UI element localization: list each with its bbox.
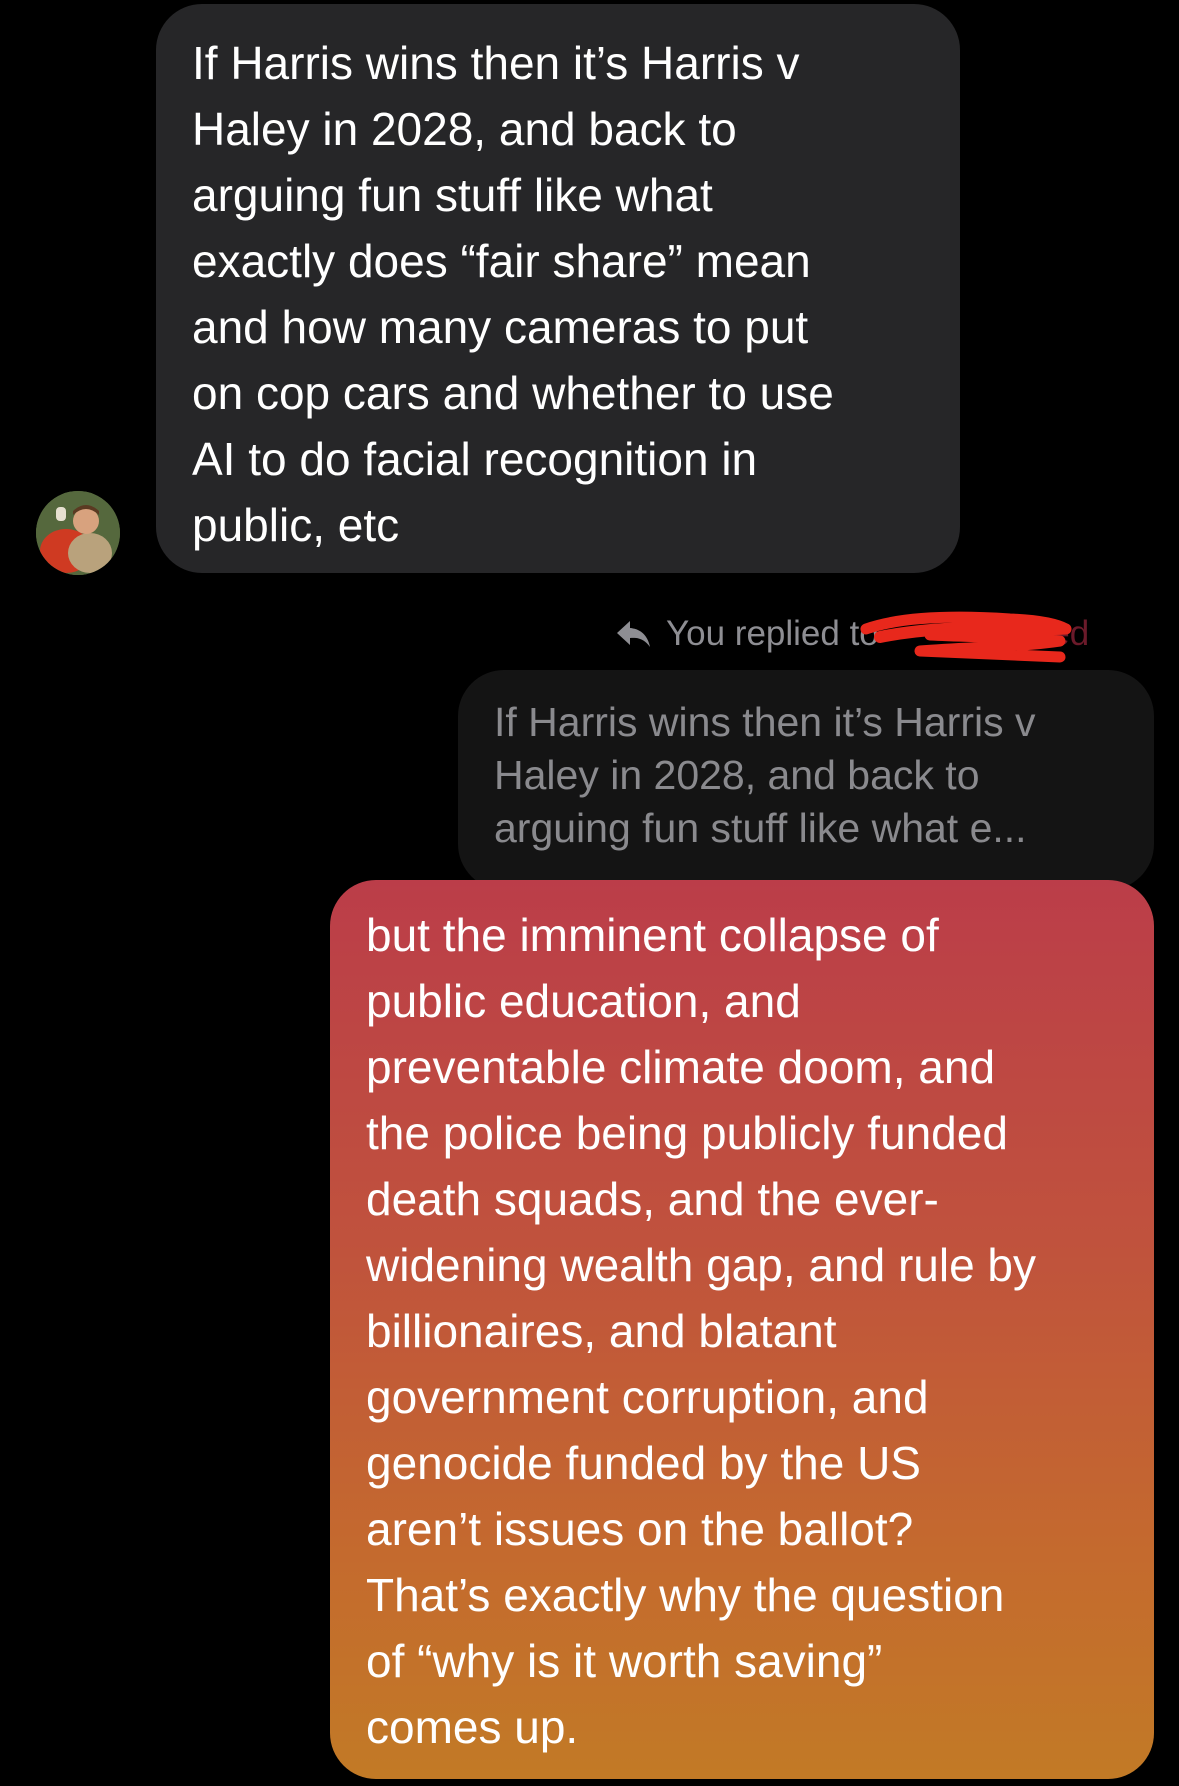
quoted-message-preview[interactable]: If Harris wins then it’s Harris v Haley … [458, 670, 1154, 890]
reply-label-text: You replied to [666, 614, 879, 653]
reply-recipient-name: ited [1032, 614, 1090, 653]
reply-context-label: You replied to ited [614, 611, 1089, 657]
sent-message-bubble[interactable]: but the imminent collapse of public educ… [330, 880, 1154, 1779]
contact-avatar[interactable] [36, 491, 120, 575]
received-message-bubble[interactable]: If Harris wins then it’s Harris v Haley … [156, 4, 960, 573]
reply-recipient: ited [879, 614, 1089, 654]
avatar-photo-icon [36, 491, 120, 575]
reply-arrow-icon [614, 618, 652, 650]
